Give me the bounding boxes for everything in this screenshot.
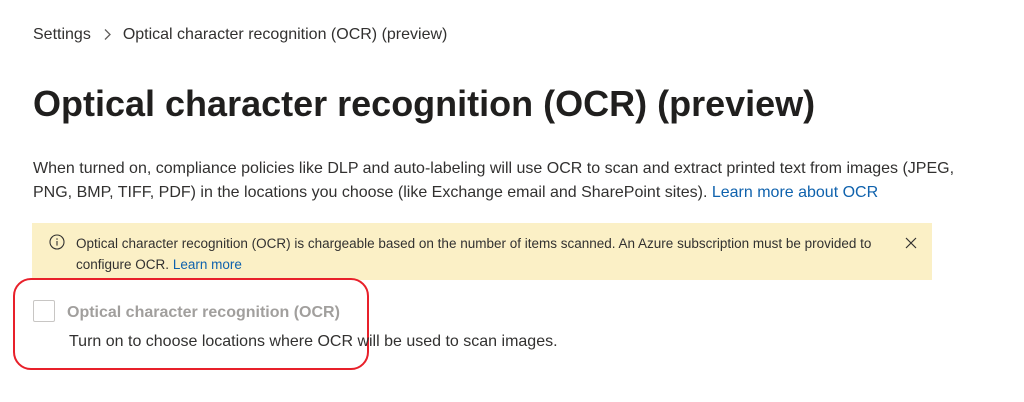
close-icon[interactable] [902, 234, 920, 252]
ocr-checkbox[interactable] [33, 300, 55, 322]
info-icon [49, 234, 65, 250]
breadcrumb: Settings Optical character recognition (… [33, 24, 447, 46]
breadcrumb-item-settings[interactable]: Settings [33, 26, 91, 44]
banner-message: Optical character recognition (OCR) is c… [76, 233, 876, 275]
page-description: When turned on, compliance policies like… [33, 157, 993, 205]
learn-more-about-ocr-link[interactable]: Learn more about OCR [712, 184, 878, 201]
page-title: Optical character recognition (OCR) (pre… [33, 83, 816, 124]
warning-banner: Optical character recognition (OCR) is c… [32, 223, 932, 280]
ocr-checkbox-label: Optical character recognition (OCR) [67, 304, 340, 321]
breadcrumb-item-current: Optical character recognition (OCR) (pre… [122, 26, 448, 43]
highlight-annotation [13, 278, 369, 370]
ocr-checkbox-description: Turn on to choose locations where OCR wi… [69, 333, 558, 350]
banner-learn-more-link[interactable]: Learn more [173, 257, 242, 272]
chevron-right-icon [103, 28, 112, 41]
